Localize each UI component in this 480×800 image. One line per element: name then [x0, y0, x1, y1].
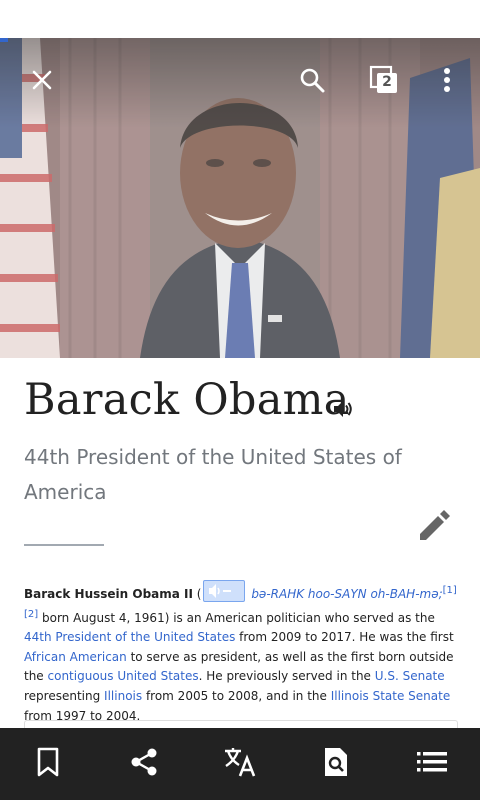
link-african-american[interactable]: African American [24, 650, 127, 664]
link-44th-president[interactable]: 44th President of the United States [24, 630, 235, 644]
tabs-icon: 2 [369, 65, 399, 95]
close-button[interactable] [22, 62, 62, 98]
more-vert-icon [443, 67, 451, 93]
subject-name: Barack Hussein Obama II [24, 587, 193, 601]
lead-paragraph: Barack Hussein Obama II ( bə-RAHK hoo-SA… [24, 580, 459, 726]
text-run: from 2005 to 2008, and in the [142, 688, 331, 703]
text-run: born August 4, 1961) is an American poli… [38, 610, 435, 625]
listen-button[interactable] [332, 398, 354, 424]
link-illinois-state-senate[interactable]: Illinois State Senate [331, 689, 451, 703]
load-progress [0, 38, 8, 42]
contents-list-icon [417, 751, 447, 777]
share-button[interactable] [96, 728, 192, 800]
bookmark-button[interactable] [0, 728, 96, 800]
reference-link-1[interactable]: [1] [443, 585, 457, 596]
link-illinois[interactable]: Illinois [104, 689, 142, 703]
text-run: . He previously served in the [198, 669, 375, 684]
search-button[interactable] [292, 62, 332, 98]
audio-icon [209, 584, 232, 598]
title-divider [24, 544, 104, 546]
lead-image-overlay [0, 38, 480, 358]
close-icon [30, 68, 54, 92]
page-title: Barack Obama [24, 375, 350, 425]
translate-button[interactable] [192, 728, 288, 800]
tabs-count: 2 [382, 74, 392, 90]
reference-link-2[interactable]: [2] [24, 609, 38, 620]
find-in-page-button[interactable] [288, 728, 384, 800]
translate-icon [223, 745, 257, 783]
share-icon [129, 747, 159, 781]
pencil-icon [414, 510, 456, 550]
pronunciation-audio-button[interactable] [203, 580, 246, 602]
text-run: ( [192, 587, 202, 601]
ipa-pronunciation[interactable]: bə-RAHK hoo-SAYN oh-BAH-mə; [251, 587, 442, 601]
bookmark-icon [36, 747, 60, 781]
page-description: 44th President of the United States of A… [24, 445, 402, 504]
text-run: from 2009 to 2017. He was the first [235, 630, 454, 645]
speaker-icon [332, 401, 354, 424]
find-in-page-icon [322, 746, 350, 782]
text-run: representing [24, 688, 105, 703]
status-bar [0, 0, 480, 38]
overflow-menu-button[interactable] [432, 62, 462, 98]
bottom-action-bar [0, 728, 480, 800]
link-us-senate[interactable]: U.S. Senate [375, 669, 445, 683]
tabs-button[interactable]: 2 [364, 62, 404, 98]
link-contiguous-us[interactable]: contiguous United States [48, 669, 199, 683]
edit-description-button[interactable] [414, 504, 456, 550]
lead-image[interactable] [0, 38, 480, 358]
search-icon [299, 67, 325, 93]
table-of-contents-button[interactable] [384, 728, 480, 800]
